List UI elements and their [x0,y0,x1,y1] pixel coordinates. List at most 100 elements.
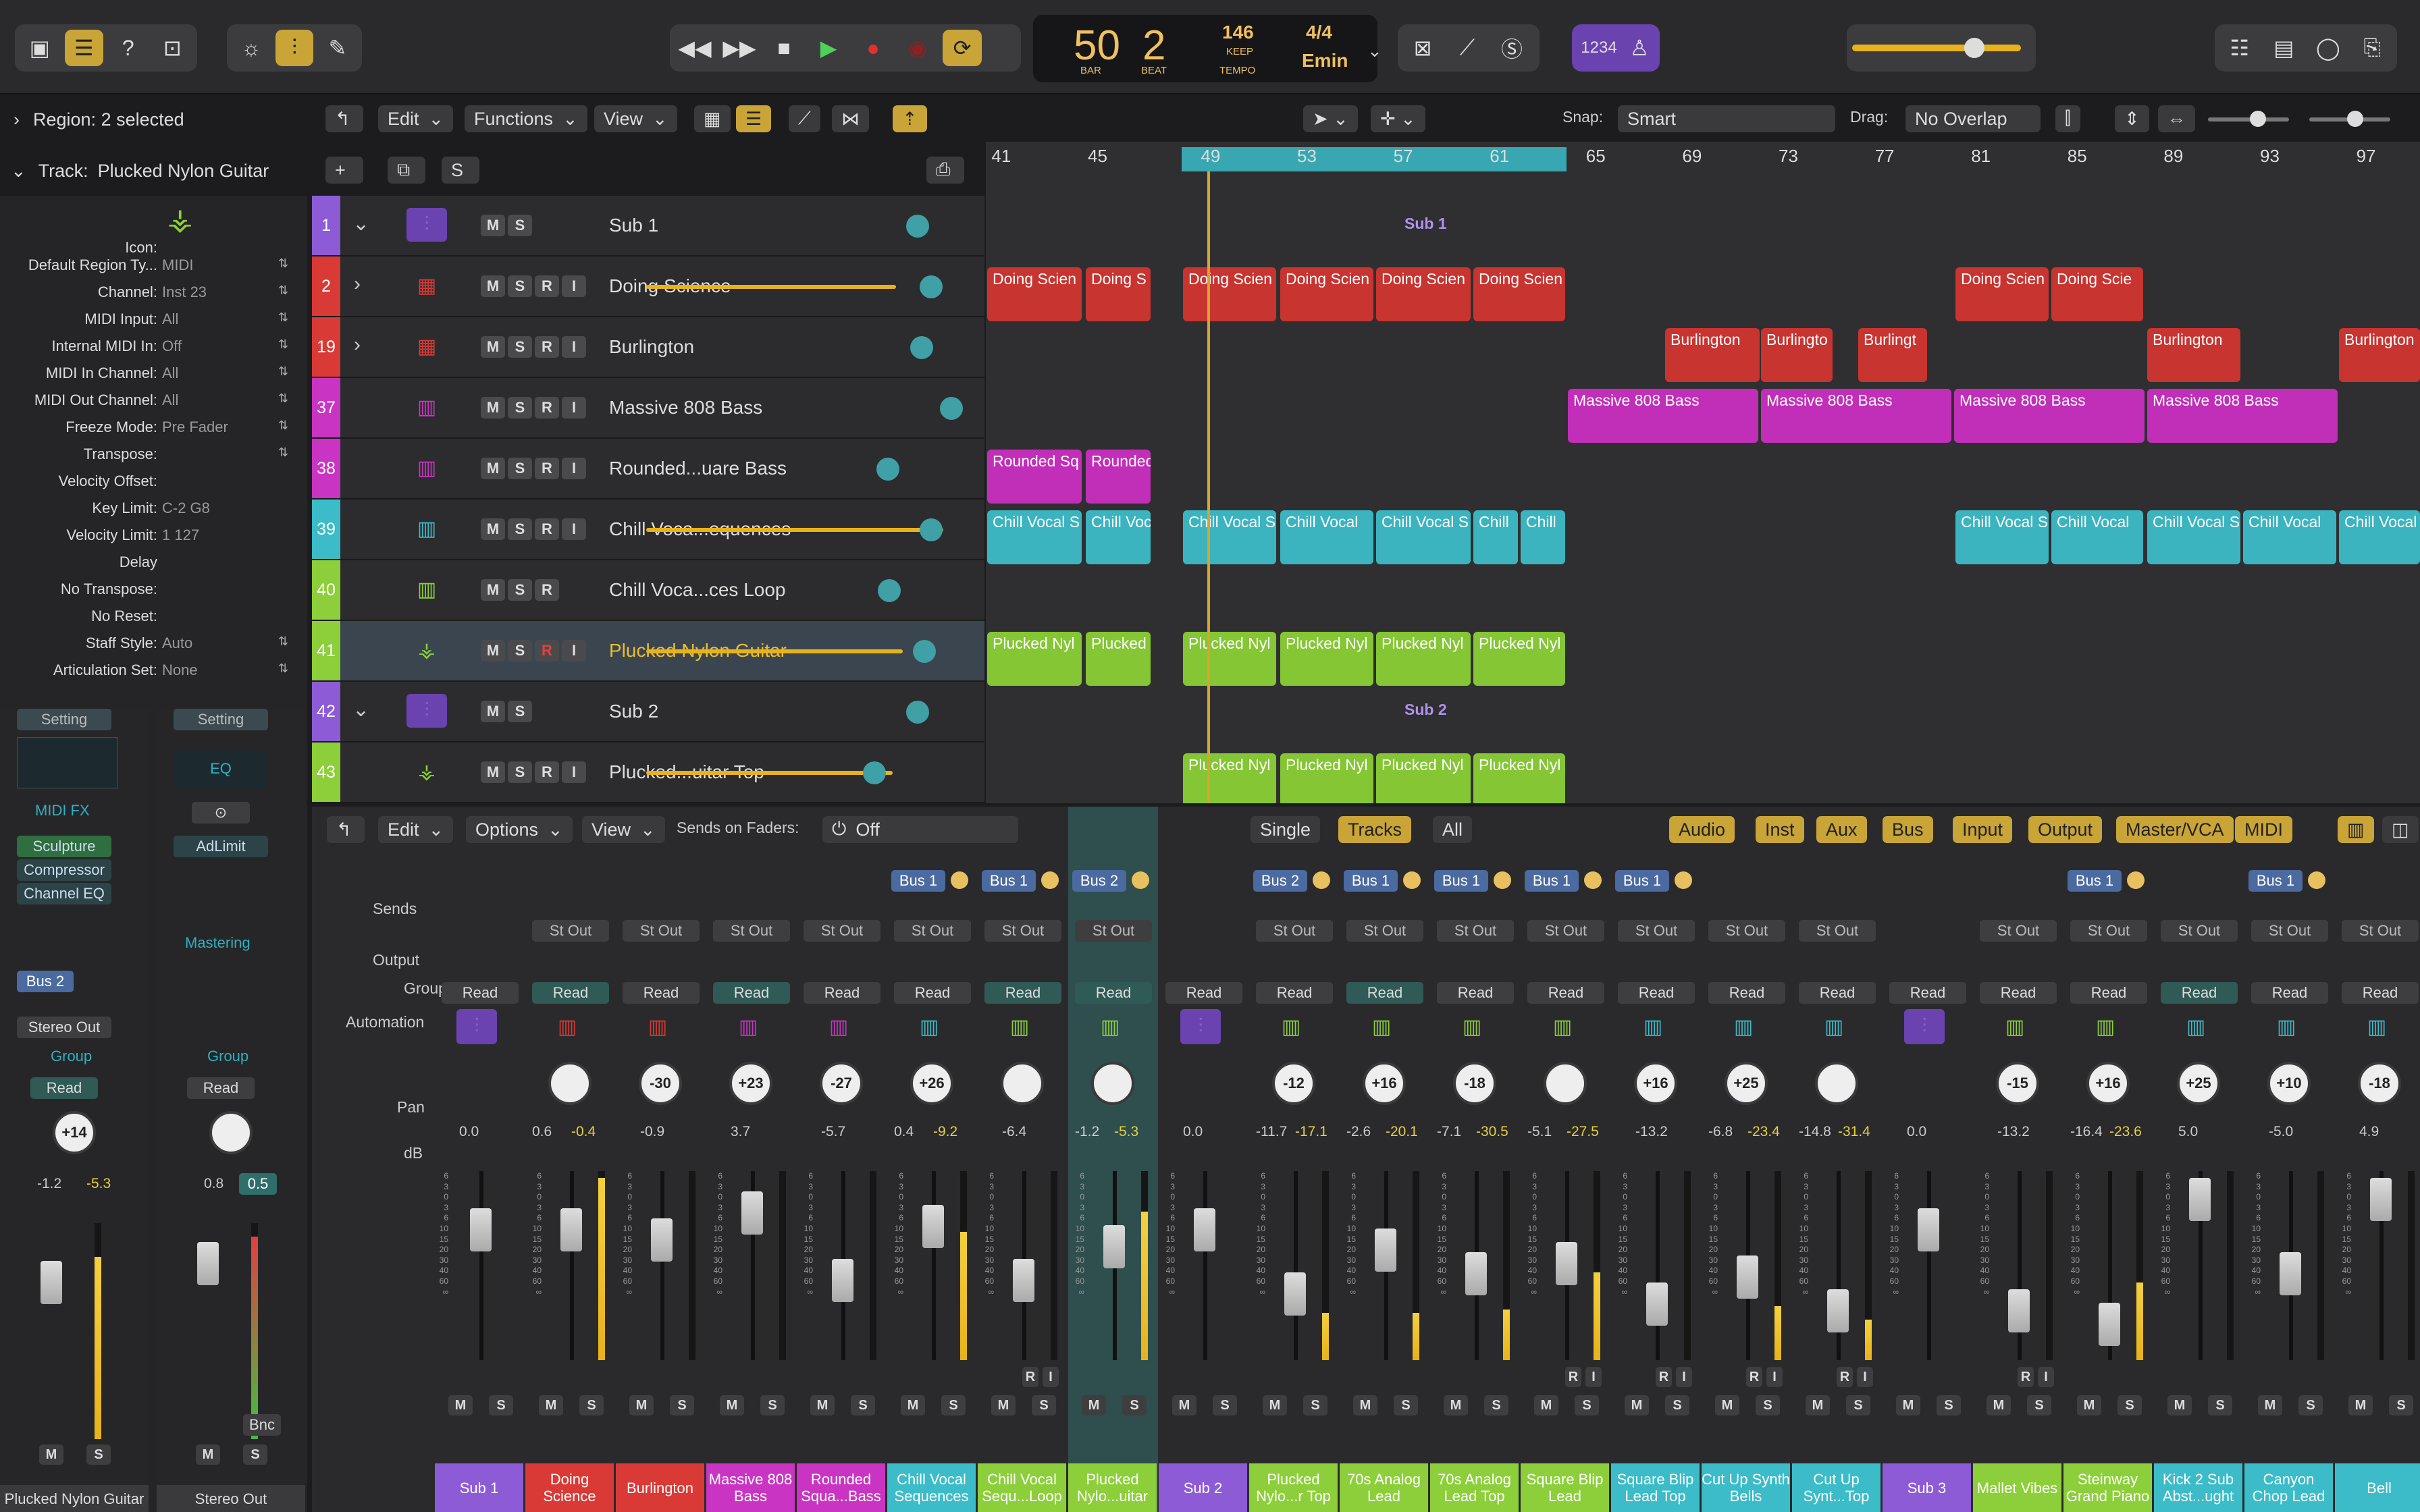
cycle-icon[interactable]: ⟳ [943,30,982,66]
region[interactable]: Doing Scien [1473,267,1565,321]
region[interactable]: Plucked Nyl [1183,753,1276,803]
track-name[interactable]: Chill Voca...ces Loop [609,579,786,601]
send-slot[interactable]: Bus 1 [982,870,1036,892]
library-icon[interactable]: ▣ [20,30,59,66]
region[interactable]: Burlington [2147,328,2240,382]
strip-mute-button[interactable]: M [901,1395,925,1415]
setting-button[interactable]: Setting [174,709,268,730]
link-icon[interactable]: ⊙ [192,802,250,824]
track-icon[interactable]: ⫶ [406,694,447,728]
track-pan-knob[interactable] [920,518,943,541]
inspector-value[interactable]: C-2 G8 [162,500,210,517]
track-name[interactable]: Burlington [609,336,694,358]
strip-instrument-icon[interactable]: ▥ [1633,1009,1673,1044]
add-track-button[interactable]: + [325,157,363,184]
track-row[interactable]: 2›▦MSRIDoing Science [312,256,984,317]
track-volume-slider[interactable] [646,528,943,532]
track-row[interactable]: 1 ⌄ ⫶ M S Sub 1 [312,196,984,256]
pan-knob[interactable]: +16 [1363,1062,1406,1105]
inspector-row[interactable]: MIDI Input: All ⇅ [0,310,307,336]
disclosure-down-icon[interactable]: ⌄ [11,161,26,182]
track-name[interactable]: Sub 1 [609,215,658,236]
strip-instrument-icon[interactable]: ⫶ [1180,1009,1221,1044]
output-slot[interactable]: St Out [1708,920,1785,942]
strip-instrument-icon[interactable]: ▥ [728,1009,768,1044]
track-solo-button[interactable]: S [508,640,532,662]
track-pan-knob[interactable] [878,579,901,602]
track-input-button[interactable]: I [562,518,586,540]
strip-input-button[interactable]: I [1585,1367,1602,1387]
volume-fader[interactable] [560,1208,582,1251]
automation-mode[interactable]: Read [984,982,1061,1004]
folder-disclosure-icon[interactable]: ⌄ [352,698,369,722]
track-name[interactable]: Rounded...uare Bass [609,458,787,479]
track-mute-button[interactable]: M [481,215,505,236]
track-icon[interactable]: ⫶ [406,208,447,242]
automation-mode[interactable]: Read [1980,982,2057,1004]
automation-mode[interactable]: Read [804,982,880,1004]
output-slot[interactable]: St Out [2161,920,2238,942]
track-mute-button[interactable]: M [481,336,505,358]
track-row[interactable]: 41⚶MSRIPlucked Nylon Guitar [312,621,984,682]
automation-mode[interactable]: Read [442,982,519,1004]
output-slot[interactable]: St Out [713,920,790,942]
strip-record-button[interactable]: R [2018,1367,2034,1387]
duplicate-track-icon[interactable]: ⧉ [388,157,425,184]
strip-mute-button[interactable]: M [1444,1395,1468,1415]
region[interactable]: Plucked Nyl [1376,753,1471,803]
pan-knob[interactable] [548,1062,591,1105]
strip-mute-button[interactable]: M [720,1395,744,1415]
pan-knob[interactable] [1001,1062,1044,1105]
strip-input-button[interactable]: I [2038,1367,2054,1387]
volume-fader[interactable] [1918,1208,1939,1251]
stack-disclosure-icon[interactable]: › [354,333,361,356]
track-record-button[interactable]: R [535,640,559,662]
region[interactable]: Massive 808 Bass [1568,389,1758,443]
track-row[interactable]: 42 ⌄ ⫶ M S Sub 2 [312,682,984,742]
automation-mode[interactable]: Read [2070,982,2147,1004]
pan-knob[interactable]: -15 [1996,1062,2039,1105]
inspector-value[interactable]: All [162,364,178,382]
region[interactable]: Massive 808 Bass [1954,389,2145,443]
send-knob[interactable] [2127,871,2145,889]
strip-instrument-icon[interactable]: ▥ [2085,1009,2126,1044]
volume-fader[interactable] [2008,1289,2030,1332]
strip-instrument-icon[interactable]: ⫶ [456,1009,497,1044]
strip-solo-button[interactable]: S [1846,1395,1870,1415]
automation-mode[interactable]: Read [1708,982,1785,1004]
strip-instrument-icon[interactable]: ▥ [1452,1009,1492,1044]
inspector-value[interactable]: Inst 23 [162,284,207,301]
strip-mute-button[interactable]: M [1082,1395,1106,1415]
loop-browser-icon[interactable]: ◯ [2309,30,2348,66]
capture-record-icon[interactable]: ◉ [898,30,937,66]
pan-knob[interactable]: +26 [910,1062,953,1105]
track-icon[interactable]: ▥ [406,451,447,485]
strip-instrument-icon[interactable]: ▥ [1271,1009,1311,1044]
region[interactable]: Doing Scien [1183,267,1276,321]
region[interactable]: Chill Vocal S [1376,510,1471,564]
strip-input-button[interactable]: I [1766,1367,1783,1387]
pan-knob[interactable]: +16 [1634,1062,1677,1105]
region[interactable]: Burlingt [1858,328,1927,382]
track-solo-button[interactable]: S [508,215,532,236]
track-pan-knob[interactable] [940,397,963,420]
track-row[interactable]: 40 ▥ M S R Chill Voca...ces Loop [312,560,984,621]
track-mute-button[interactable]: M [481,761,505,783]
automation-mode[interactable]: Read [532,982,609,1004]
track-solo-button[interactable]: S [508,458,532,479]
volume-fader[interactable] [1375,1228,1396,1272]
track-solo-button[interactable]: S [508,701,532,722]
pan-knob[interactable]: +14 [53,1111,96,1154]
stack-disclosure-icon[interactable]: › [354,273,361,296]
track-solo-button[interactable]: S [508,275,532,297]
strip-instrument-icon[interactable]: ⫶ [1904,1009,1945,1044]
region[interactable]: Rounded Sq [987,450,1082,504]
inspector-row[interactable]: MIDI In Channel: All ⇅ [0,364,307,390]
strip-record-button[interactable]: R [1837,1367,1853,1387]
track-pan-knob[interactable] [906,701,929,724]
strip-solo-button[interactable]: S [2298,1395,2323,1415]
strip-solo-button[interactable]: S [1032,1395,1056,1415]
stepper-icon[interactable]: ⇅ [278,256,288,271]
strip-solo-button[interactable]: S [2389,1395,2413,1415]
strip-solo-button[interactable]: S [760,1395,785,1415]
